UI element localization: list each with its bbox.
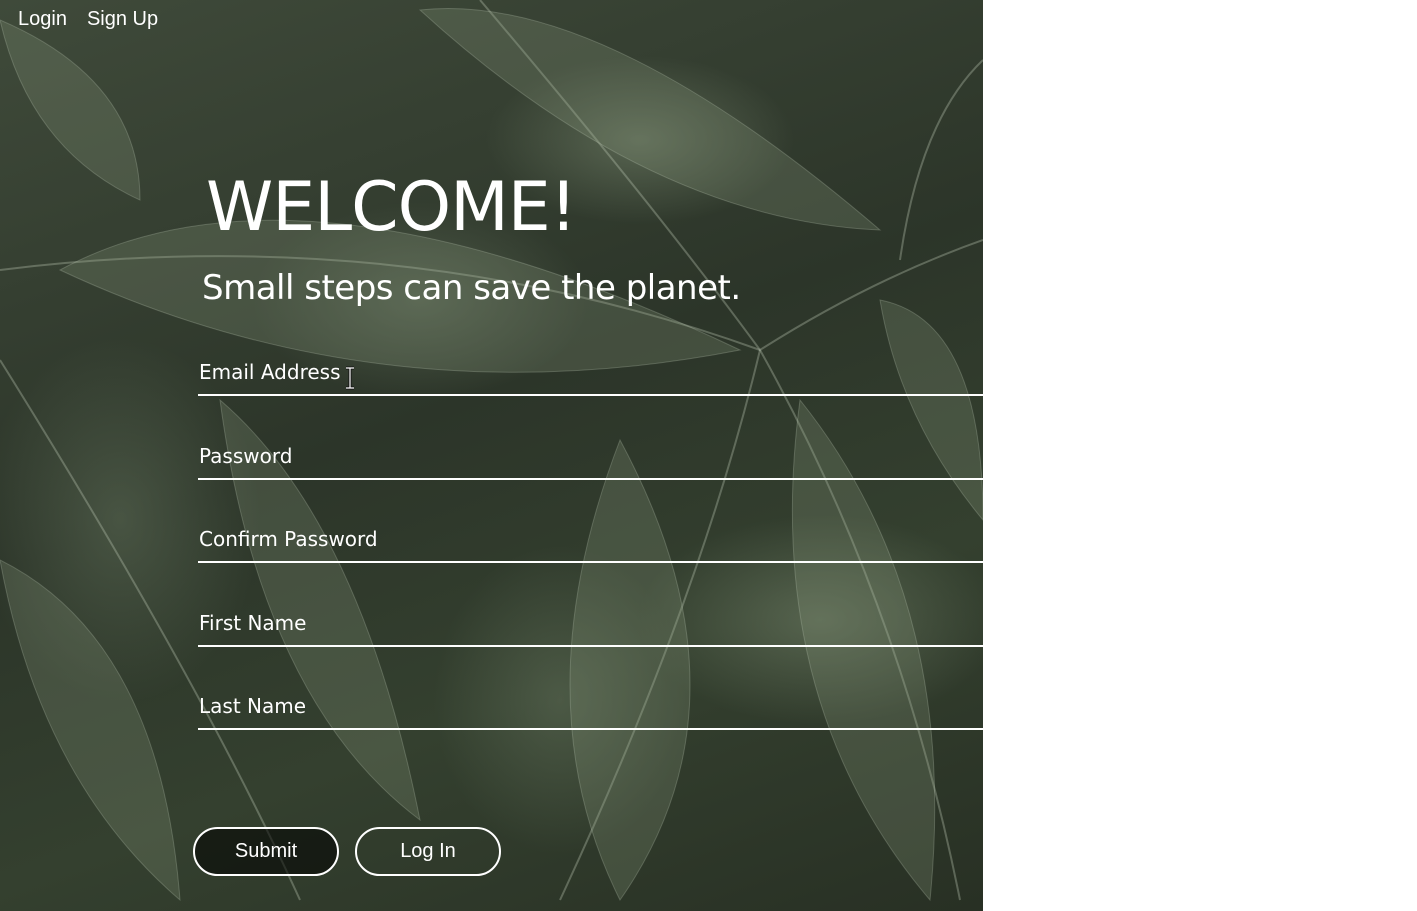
- last-name-label: Last Name: [199, 694, 307, 718]
- signup-form: Email Address Password Confirm Password …: [198, 356, 983, 774]
- first-name-field: First Name: [198, 606, 983, 691]
- password-input[interactable]: [198, 439, 983, 480]
- form-actions: Submit Log In: [193, 827, 501, 876]
- nav-login-link[interactable]: Login: [18, 8, 67, 31]
- last-name-field: Last Name: [198, 690, 983, 774]
- confirm-password-label: Confirm Password: [199, 527, 378, 551]
- top-nav: Login Sign Up: [18, 8, 158, 31]
- email-label: Email Address: [199, 360, 341, 384]
- first-name-input[interactable]: [198, 606, 983, 647]
- password-label: Password: [199, 443, 293, 468]
- confirm-password-field: Confirm Password: [198, 523, 983, 607]
- nav-signup-link[interactable]: Sign Up: [87, 8, 158, 31]
- submit-button[interactable]: Submit: [193, 827, 339, 876]
- page-subtitle: Small steps can save the planet.: [202, 268, 741, 308]
- password-field: Password: [198, 439, 983, 524]
- first-name-label: First Name: [199, 610, 307, 635]
- last-name-input[interactable]: [198, 690, 983, 730]
- email-field: Email Address: [198, 356, 983, 440]
- login-button[interactable]: Log In: [355, 827, 501, 876]
- page-title: WELCOME!: [206, 168, 577, 247]
- page: Login Sign Up WELCOME! Small steps can s…: [0, 0, 1417, 911]
- text-cursor-icon: [346, 366, 354, 390]
